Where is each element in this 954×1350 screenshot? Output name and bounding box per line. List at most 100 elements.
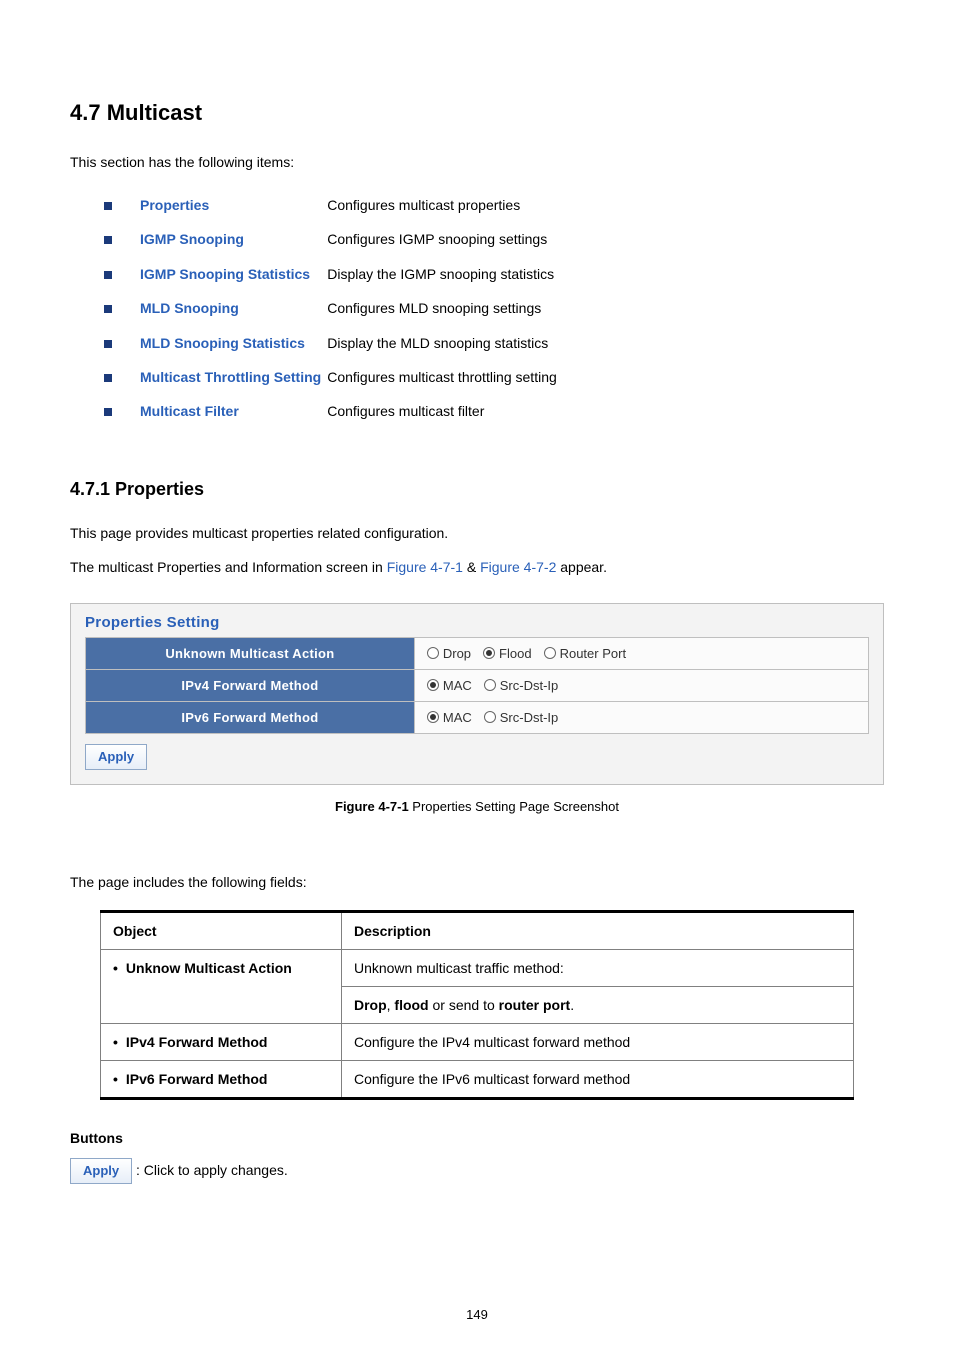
buttons-line: Apply : Click to apply changes.	[70, 1158, 884, 1184]
radio-icon[interactable]	[427, 647, 439, 659]
list-item-description: Configures IGMP snooping settings	[327, 222, 563, 256]
radio-label[interactable]: Router Port	[560, 646, 626, 661]
form-row-value: MAC Src-Dst-Ip	[414, 669, 868, 701]
list-item-label[interactable]: MLD Snooping	[140, 291, 327, 325]
list-item: IGMP Snooping StatisticsDisplay the IGMP…	[104, 257, 563, 291]
square-bullet-icon	[104, 360, 140, 394]
p2-amp: &	[467, 559, 480, 575]
list-item-description: Display the IGMP snooping statistics	[327, 257, 563, 291]
radio-icon[interactable]	[484, 679, 496, 691]
list-item-label[interactable]: IGMP Snooping Statistics	[140, 257, 327, 291]
panel-title: Properties Setting	[71, 604, 883, 637]
desc-val-2: Configure the IPv6 multicast forward met…	[341, 1060, 853, 1098]
square-bullet-icon	[104, 291, 140, 325]
list-item-description: Display the MLD snooping statistics	[327, 326, 563, 360]
list-item-label[interactable]: IGMP Snooping	[140, 222, 327, 256]
form-row-label: IPv4 Forward Method	[86, 669, 415, 701]
figure-id: Figure 4-7-1	[335, 799, 409, 814]
list-item: PropertiesConfigures multicast propertie…	[104, 188, 563, 222]
square-bullet-icon	[104, 257, 140, 291]
p2-suffix: appear.	[560, 559, 607, 575]
list-item-label[interactable]: Multicast Filter	[140, 394, 327, 428]
p2-prefix: The multicast Properties and Information…	[70, 559, 387, 575]
desc-header-object: Object	[101, 911, 342, 949]
fields-intro: The page includes the following fields:	[70, 874, 884, 890]
form-row-label: IPv6 Forward Method	[86, 701, 415, 733]
square-icon	[104, 271, 112, 279]
list-item: IGMP SnoopingConfigures IGMP snooping se…	[104, 222, 563, 256]
figure-ref-2[interactable]: Figure 4-7-2	[480, 559, 556, 575]
desc-obj-2-label: IPv6 Forward Method	[113, 1071, 267, 1087]
list-item-label[interactable]: MLD Snooping Statistics	[140, 326, 327, 360]
radio-label[interactable]: Flood	[499, 646, 532, 661]
radio-icon[interactable]	[483, 647, 495, 659]
form-row-label: Unknown Multicast Action	[86, 637, 415, 669]
list-item-description: Configures multicast filter	[327, 394, 563, 428]
square-icon	[104, 408, 112, 416]
buttons-heading: Buttons	[70, 1130, 884, 1146]
square-bullet-icon	[104, 188, 140, 222]
radio-label[interactable]: MAC	[443, 678, 472, 693]
items-list: PropertiesConfigures multicast propertie…	[104, 188, 563, 429]
subsection-p1: This page provides multicast properties …	[70, 520, 884, 547]
subsection-title: 4.7.1 Properties	[70, 479, 884, 500]
list-item-label[interactable]: Properties	[140, 188, 327, 222]
page-number: 149	[0, 1307, 954, 1322]
radio-label[interactable]: MAC	[443, 710, 472, 725]
square-icon	[104, 202, 112, 210]
section-intro: This section has the following items:	[70, 154, 884, 170]
figure-text: Properties Setting Page Screenshot	[409, 799, 619, 814]
apply-button[interactable]: Apply	[85, 744, 147, 770]
desc-val-0b-p2: flood	[394, 997, 428, 1013]
desc-val-0b-p5: .	[570, 997, 574, 1013]
properties-form-table: Unknown Multicast Action Drop Flood Router …	[85, 637, 869, 734]
description-table: Object Description Unknow Multicast Acti…	[100, 910, 854, 1100]
desc-obj-0-label: Unknow Multicast Action	[113, 960, 292, 976]
list-item-label[interactable]: Multicast Throttling Setting	[140, 360, 327, 394]
list-item: MLD Snooping StatisticsDisplay the MLD s…	[104, 326, 563, 360]
desc-val-0a: Unknown multicast traffic method:	[341, 949, 853, 986]
square-icon	[104, 374, 112, 382]
square-bullet-icon	[104, 394, 140, 428]
desc-header-description: Description	[341, 911, 853, 949]
desc-val-0b-p3: or send to	[429, 997, 499, 1013]
radio-icon[interactable]	[544, 647, 556, 659]
radio-label[interactable]: Src-Dst-Ip	[500, 710, 559, 725]
figure-caption: Figure 4-7-1 Properties Setting Page Scr…	[70, 799, 884, 814]
desc-obj-2: IPv6 Forward Method	[101, 1060, 342, 1098]
properties-setting-panel: Properties Setting Unknown Multicast Act…	[70, 603, 884, 785]
radio-icon[interactable]	[427, 711, 439, 723]
radio-label[interactable]: Src-Dst-Ip	[500, 678, 559, 693]
section-title: 4.7 Multicast	[70, 100, 884, 126]
radio-label[interactable]: Drop	[443, 646, 471, 661]
form-row: IPv4 Forward Method MAC Src-Dst-Ip	[86, 669, 869, 701]
radio-icon[interactable]	[484, 711, 496, 723]
list-item-description: Configures multicast properties	[327, 188, 563, 222]
list-item-description: Configures MLD snooping settings	[327, 291, 563, 325]
desc-val-0b-p4: router port	[499, 997, 571, 1013]
square-bullet-icon	[104, 326, 140, 360]
form-row: Unknown Multicast Action Drop Flood Router …	[86, 637, 869, 669]
apply-tail-text: : Click to apply changes.	[136, 1162, 288, 1178]
square-icon	[104, 305, 112, 313]
form-row: IPv6 Forward Method MAC Src-Dst-Ip	[86, 701, 869, 733]
desc-obj-1: IPv4 Forward Method	[101, 1023, 342, 1060]
desc-obj-1-label: IPv4 Forward Method	[113, 1034, 267, 1050]
list-item-description: Configures multicast throttling setting	[327, 360, 563, 394]
figure-ref-1[interactable]: Figure 4-7-1	[387, 559, 463, 575]
square-icon	[104, 340, 112, 348]
list-item: Multicast Throttling SettingConfigures m…	[104, 360, 563, 394]
form-row-value: MAC Src-Dst-Ip	[414, 701, 868, 733]
radio-icon[interactable]	[427, 679, 439, 691]
square-bullet-icon	[104, 222, 140, 256]
list-item: MLD SnoopingConfigures MLD snooping sett…	[104, 291, 563, 325]
form-row-value: Drop Flood Router Port	[414, 637, 868, 669]
subsection-p2: The multicast Properties and Information…	[70, 554, 884, 581]
desc-val-1: Configure the IPv4 multicast forward met…	[341, 1023, 853, 1060]
desc-obj-0: Unknow Multicast Action	[101, 949, 342, 1023]
desc-val-0b: Drop, flood or send to router port.	[341, 986, 853, 1023]
apply-button-inline[interactable]: Apply	[70, 1158, 132, 1184]
list-item: Multicast FilterConfigures multicast fil…	[104, 394, 563, 428]
desc-val-0b-p0: Drop	[354, 997, 387, 1013]
square-icon	[104, 236, 112, 244]
